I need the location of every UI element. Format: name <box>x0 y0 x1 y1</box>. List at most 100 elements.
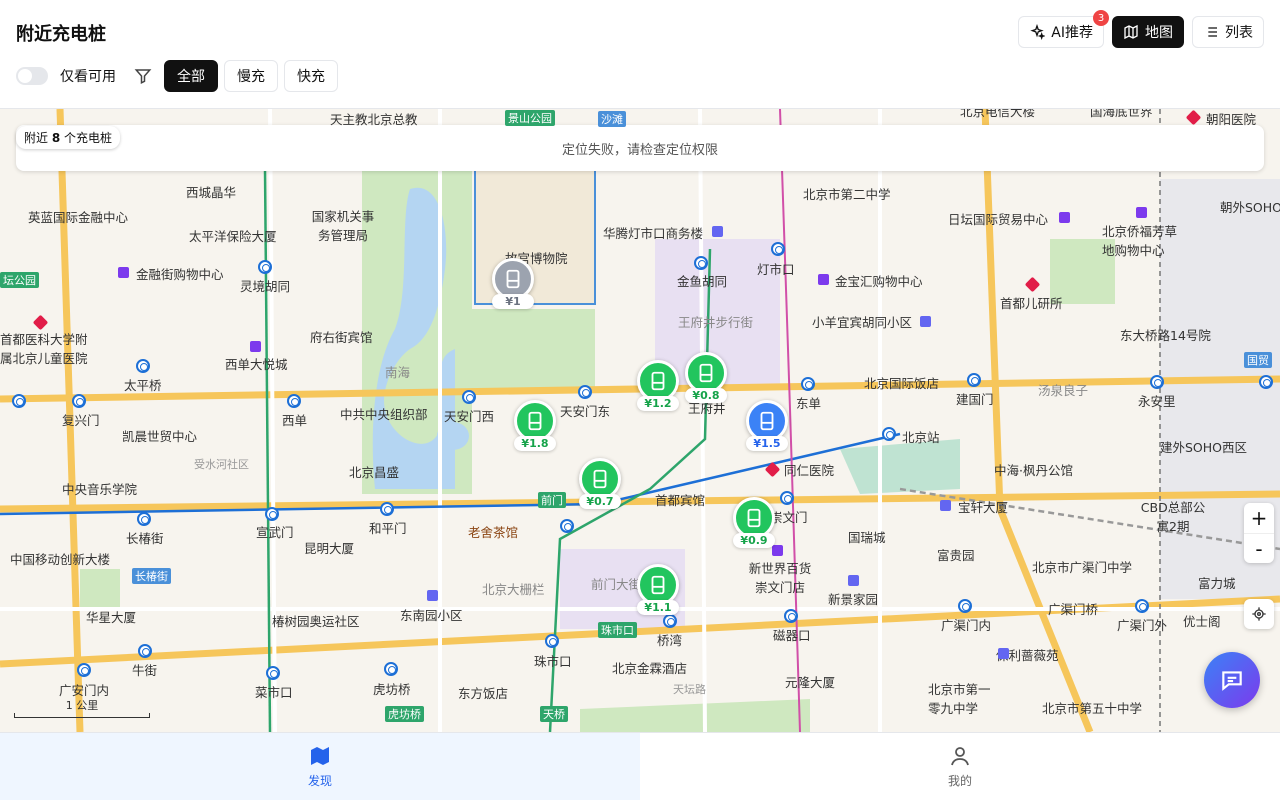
charger-marker[interactable]: ¥0.8 <box>684 352 728 403</box>
map-label: 长椿街 <box>132 568 171 584</box>
charger-marker[interactable]: ¥1.8 <box>513 400 557 451</box>
map-label: 虎坊桥 <box>373 682 411 697</box>
map-label: 沙滩 <box>598 111 626 127</box>
map-label: 华腾灯市口商务楼 <box>603 226 704 241</box>
charger-price: ¥1.1 <box>637 600 679 615</box>
map-label: 北京昌盛 <box>349 465 400 480</box>
map-label: 天安门东 <box>560 404 611 419</box>
metro-station-icon <box>265 507 279 521</box>
map-label: 受水河社区 <box>194 458 249 471</box>
map-label: 国家机关事务管理局 <box>311 209 375 243</box>
metro-station-icon <box>663 614 677 628</box>
chip-all[interactable]: 全部 <box>164 60 218 92</box>
nav-discover-label: 发现 <box>307 774 332 788</box>
map-label: 金融街购物中心 <box>136 267 224 282</box>
charger-marker[interactable]: ¥0.9 <box>732 497 776 548</box>
map-label: 东大桥路14号院 <box>1120 328 1211 343</box>
map-label: 西城晶华 <box>186 185 237 200</box>
map-label: 灯市口 <box>757 262 795 277</box>
metro-station-icon <box>77 663 91 677</box>
chat-icon <box>1222 671 1242 691</box>
map-base-layer <box>0 109 1280 732</box>
metro-station-icon <box>694 256 708 270</box>
map-label: 北京侨福芳草地购物中心 <box>1102 224 1178 258</box>
map-label: 富力城 <box>1198 576 1236 591</box>
building-icon <box>940 500 951 511</box>
map-label: 东单 <box>796 396 822 411</box>
charger-price: ¥1.5 <box>746 436 788 451</box>
nav-mine-label: 我的 <box>947 774 972 788</box>
charger-marker[interactable]: ¥1 <box>491 258 535 309</box>
map-label: 天安门西 <box>444 409 495 424</box>
map-label: 北京电信大楼 <box>960 109 1036 119</box>
map-label: 椿树园奥运社区 <box>272 614 360 629</box>
zoom-controls: + - <box>1244 503 1274 563</box>
map-label: 北京站 <box>902 430 940 445</box>
nav-discover[interactable]: 发现 <box>0 733 640 800</box>
chip-fast[interactable]: 快充 <box>284 60 338 92</box>
charger-marker[interactable]: ¥1.2 <box>636 360 680 411</box>
chip-slow[interactable]: 慢充 <box>224 60 278 92</box>
zoom-in-button[interactable]: + <box>1244 503 1274 533</box>
charger-marker[interactable]: ¥0.7 <box>578 458 622 509</box>
map-icon <box>311 747 329 765</box>
charger-marker[interactable]: ¥1.5 <box>745 400 789 451</box>
building-icon <box>998 648 1009 659</box>
zoom-out-button[interactable]: - <box>1244 533 1274 563</box>
ai-recommend-button[interactable]: AI推荐 3 <box>1018 10 1109 48</box>
map-scale: 1 公里 <box>14 697 150 718</box>
shopping-icon <box>250 341 261 352</box>
list-view-button[interactable]: 列表 <box>1192 16 1264 48</box>
charger-price: ¥0.7 <box>579 494 621 509</box>
charger-price: ¥1.2 <box>637 396 679 411</box>
chat-button[interactable] <box>1204 652 1260 708</box>
map-label: 国瑞城 <box>848 530 886 545</box>
map-label: 首都儿研所 <box>1000 296 1063 311</box>
map-label: 元隆大厦 <box>785 675 836 690</box>
charger-price: ¥1 <box>492 294 534 309</box>
map-label: 广渠门桥 <box>1048 602 1099 617</box>
map-label: 新景家园 <box>828 592 879 607</box>
metro-station-icon <box>384 662 398 676</box>
map-label: 中海·枫丹公馆 <box>994 463 1073 478</box>
map-label: 宣武门 <box>256 525 294 540</box>
map-label: 日坛国际贸易中心 <box>948 212 1049 227</box>
bottom-nav: 发现 我的 <box>0 732 1280 800</box>
map-label: 朝外SOHO <box>1220 200 1280 215</box>
map-label: 太平桥 <box>124 378 162 393</box>
shopping-icon <box>118 267 129 278</box>
metro-station-icon <box>560 519 574 533</box>
location-error-bar: 定位失败，请检查定位权限 <box>16 125 1264 171</box>
map-label: 同仁医院 <box>784 463 835 478</box>
map-scale-label: 1 公里 <box>65 699 99 712</box>
map-canvas[interactable]: 定位失败，请检查定位权限 附近 8 个充电桩 天主教北京总教 景山公园 沙滩 北… <box>0 109 1280 732</box>
map-label: 复兴门 <box>62 413 100 428</box>
charger-icon <box>593 469 607 489</box>
map-label: 牛街 <box>132 663 158 678</box>
shopping-icon <box>818 274 829 285</box>
map-label: 南海 <box>385 365 411 380</box>
map-label: 新世界百货崇文门店 <box>748 561 812 595</box>
charger-icon <box>651 575 665 595</box>
count-value: 8 <box>51 131 61 145</box>
metro-station-icon <box>882 427 896 441</box>
charger-icon <box>528 411 542 431</box>
map-label: 汤泉良子 <box>1038 383 1089 398</box>
map-view-button[interactable]: 地图 <box>1112 16 1184 48</box>
map-label: CBD总部公寓2期 <box>1140 500 1206 534</box>
count-prefix: 附近 <box>24 131 49 145</box>
filter-icon[interactable] <box>134 67 152 85</box>
map-label: 中央音乐学院 <box>62 482 138 497</box>
map-label: 天主教北京总教 <box>330 112 418 127</box>
charger-marker[interactable]: ¥1.1 <box>636 564 680 615</box>
map-label: 府右街宾馆 <box>310 330 373 345</box>
locate-button[interactable] <box>1244 599 1274 629</box>
map-label: 北京市第一零九中学 <box>928 682 991 716</box>
metro-station-icon <box>801 377 815 391</box>
available-only-toggle[interactable] <box>16 67 48 85</box>
building-icon <box>920 316 931 327</box>
nav-mine[interactable]: 我的 <box>640 733 1280 800</box>
map-label: 珠市口 <box>534 654 572 669</box>
crosshair-icon <box>1252 607 1266 621</box>
map-label: 宝轩大厦 <box>958 500 1009 515</box>
